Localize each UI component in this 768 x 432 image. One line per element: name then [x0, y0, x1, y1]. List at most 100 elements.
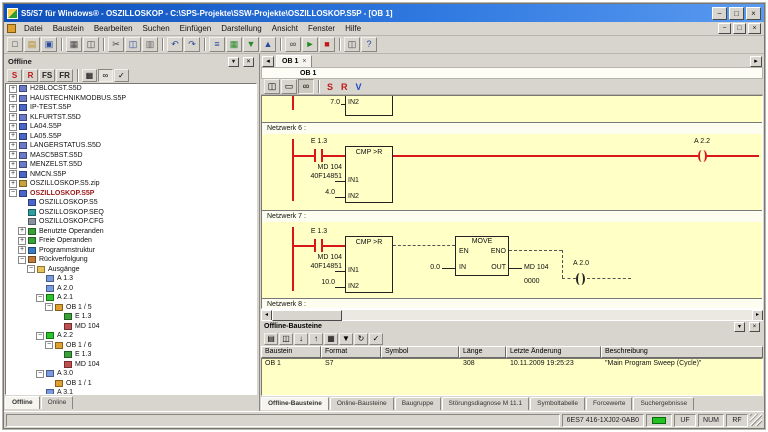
stop-icon[interactable]: ■ — [319, 37, 335, 52]
tree-expander[interactable]: − — [45, 341, 53, 349]
horizontal-scrollbar[interactable]: ◂ ▸ — [261, 309, 763, 320]
collapse-panel-button[interactable]: ▾ — [734, 322, 745, 332]
resize-grip[interactable] — [750, 414, 762, 426]
mdi-close-button[interactable]: × — [748, 23, 761, 34]
cut-icon[interactable]: ✂ — [108, 37, 124, 52]
tree-item[interactable]: MD 104 — [6, 322, 256, 332]
tree-item[interactable]: −A 3.0 — [6, 369, 256, 379]
tree-expander[interactable]: − — [27, 265, 35, 273]
filter-icon[interactable]: ▼ — [339, 333, 353, 345]
tree-item[interactable]: +LANGERSTATUS.S5D — [6, 141, 256, 151]
tree-expander[interactable]: + — [9, 170, 17, 178]
tree-expander[interactable]: + — [9, 94, 17, 102]
copy-icon[interactable]: ◫ — [125, 37, 141, 52]
tree-expander[interactable]: + — [9, 123, 17, 131]
tree-expander[interactable]: − — [45, 303, 53, 311]
columns-icon[interactable]: ▦ — [324, 333, 338, 345]
titlebar[interactable]: S5/S7 für Windows® - OSZILLOSKOP - C:\SP… — [4, 4, 764, 22]
column-header-2[interactable]: Symbol — [381, 346, 459, 358]
upload-plc-icon[interactable]: ▲ — [260, 37, 276, 52]
blocks-panel-header[interactable]: Offline-Bausteine ▾× — [261, 320, 763, 332]
tree-item[interactable]: −Rückverfolgung — [6, 255, 256, 265]
tab-ob1[interactable]: OB 1 × — [276, 55, 312, 67]
bottom-tab-2[interactable]: Baugruppe — [395, 397, 441, 410]
tree-item[interactable]: +HAUSTECHNIKMODBUS.S5P — [6, 94, 256, 104]
network-7-header[interactable]: Netzwerk 7 : — [262, 210, 762, 222]
maximize-button[interactable]: □ — [729, 7, 744, 20]
mdi-restore-button[interactable]: □ — [733, 23, 746, 34]
refresh-icon[interactable]: ↻ — [354, 333, 368, 345]
menu-item-3[interactable]: Suchen — [138, 24, 175, 33]
panel-tab-online[interactable]: Online — [41, 396, 74, 409]
export-icon[interactable]: ↓ — [294, 333, 308, 345]
menu-item-0[interactable]: Datei — [19, 24, 48, 33]
bottom-tab-4[interactable]: Symboltabelle — [530, 397, 585, 410]
blocks-table-body[interactable]: OB 1S730810.11.2009 19:25:23"Main Progra… — [261, 358, 763, 396]
close-panel-button[interactable]: × — [243, 57, 254, 67]
tree-expander[interactable]: − — [36, 370, 44, 378]
tree-item[interactable]: OSZILLOSKOP.SEQ — [6, 208, 256, 218]
bottom-tab-6[interactable]: Suchergebnisse — [633, 397, 694, 410]
display-letter-s[interactable]: S — [323, 82, 337, 92]
column-header-0[interactable]: Baustein — [261, 346, 321, 358]
edit-mode-icon[interactable]: ▭ — [281, 79, 297, 94]
mode-tab-fr[interactable]: FR — [56, 69, 73, 82]
tree-item[interactable]: +Programmstruktur — [6, 246, 256, 256]
display-letter-r[interactable]: R — [337, 82, 352, 92]
tab-close-icon[interactable]: × — [302, 58, 306, 65]
bottom-tab-0[interactable]: Offline-Bausteine — [261, 397, 329, 410]
tree-expander[interactable]: + — [9, 113, 17, 121]
mdi-minimize-button[interactable]: − — [718, 23, 731, 34]
check-icon[interactable]: ✓ — [114, 69, 129, 82]
column-header-3[interactable]: Länge — [459, 346, 506, 358]
run-icon[interactable]: ► — [302, 37, 318, 52]
menu-item-4[interactable]: Einfügen — [175, 24, 217, 33]
tree-item[interactable]: −OSZILLOSKOP.S5P — [6, 189, 256, 199]
menu-item-8[interactable]: Hilfe — [340, 24, 366, 33]
bottom-tab-3[interactable]: Störungsdiagnose M 11.1 — [442, 397, 530, 410]
tree-item[interactable]: +LA04.S5P — [6, 122, 256, 132]
tree-item[interactable]: +H2BLOCST.S5D — [6, 84, 256, 94]
tree-expander[interactable]: + — [18, 227, 26, 235]
bottom-tab-5[interactable]: Forcewerte — [586, 397, 633, 410]
scrollbar-track[interactable] — [272, 310, 752, 320]
glasses-icon[interactable]: ∞ — [98, 69, 113, 82]
scrollbar-thumb[interactable] — [272, 310, 342, 321]
menu-item-6[interactable]: Ansicht — [267, 24, 303, 33]
tree-item[interactable]: −OB 1 / 5 — [6, 303, 256, 313]
contact-symbol[interactable] — [314, 239, 323, 252]
tree-item[interactable]: −Ausgänge — [6, 265, 256, 275]
tree-item[interactable]: MD 104 — [6, 360, 256, 370]
tree-item[interactable]: +IP-TEST.S5P — [6, 103, 256, 113]
tree-item[interactable]: A 2.0 — [6, 284, 256, 294]
collapse-panel-button[interactable]: ▾ — [228, 57, 239, 67]
tree-expander[interactable]: − — [9, 189, 17, 197]
block-list-icon[interactable]: ≡ — [209, 37, 225, 52]
tree-expander[interactable]: + — [9, 180, 17, 188]
tree-item[interactable]: OB 1 / 1 — [6, 379, 256, 389]
new-window-icon[interactable]: ◫ — [344, 37, 360, 52]
minimize-button[interactable]: − — [712, 7, 727, 20]
tree-item[interactable]: −A 2.1 — [6, 293, 256, 303]
tree-expander[interactable]: + — [9, 161, 17, 169]
tree-expander[interactable]: + — [9, 151, 17, 159]
tree-expander[interactable]: − — [18, 256, 26, 264]
tree-item[interactable]: OSZILLOSKOP.S5 — [6, 198, 256, 208]
contact-symbol[interactable] — [314, 149, 323, 162]
tree-item[interactable]: +MASC5BST.S5D — [6, 151, 256, 161]
network-8-header[interactable]: Netzwerk 8 : — [262, 298, 762, 309]
copy-icon[interactable]: ◫ — [279, 333, 293, 345]
undo-icon[interactable]: ↶ — [167, 37, 183, 52]
redo-icon[interactable]: ↷ — [184, 37, 200, 52]
mode-tab-fs[interactable]: FS — [39, 69, 55, 82]
project-tree[interactable]: +H2BLOCST.S5D+HAUSTECHNIKMODBUS.S5P+IP-T… — [5, 83, 257, 395]
panel-header[interactable]: Offline ▾× — [5, 55, 257, 68]
tree-expander[interactable]: + — [9, 104, 17, 112]
close-button[interactable]: × — [746, 7, 761, 20]
tree-expander[interactable]: + — [18, 246, 26, 254]
column-header-5[interactable]: Beschreibung — [601, 346, 763, 358]
paste-icon[interactable]: ▥ — [142, 37, 158, 52]
tree-expander[interactable]: + — [9, 85, 17, 93]
table-row[interactable]: OB 1S730810.11.2009 19:25:23"Main Progra… — [262, 359, 762, 370]
print-icon[interactable]: ▤ — [264, 333, 278, 345]
